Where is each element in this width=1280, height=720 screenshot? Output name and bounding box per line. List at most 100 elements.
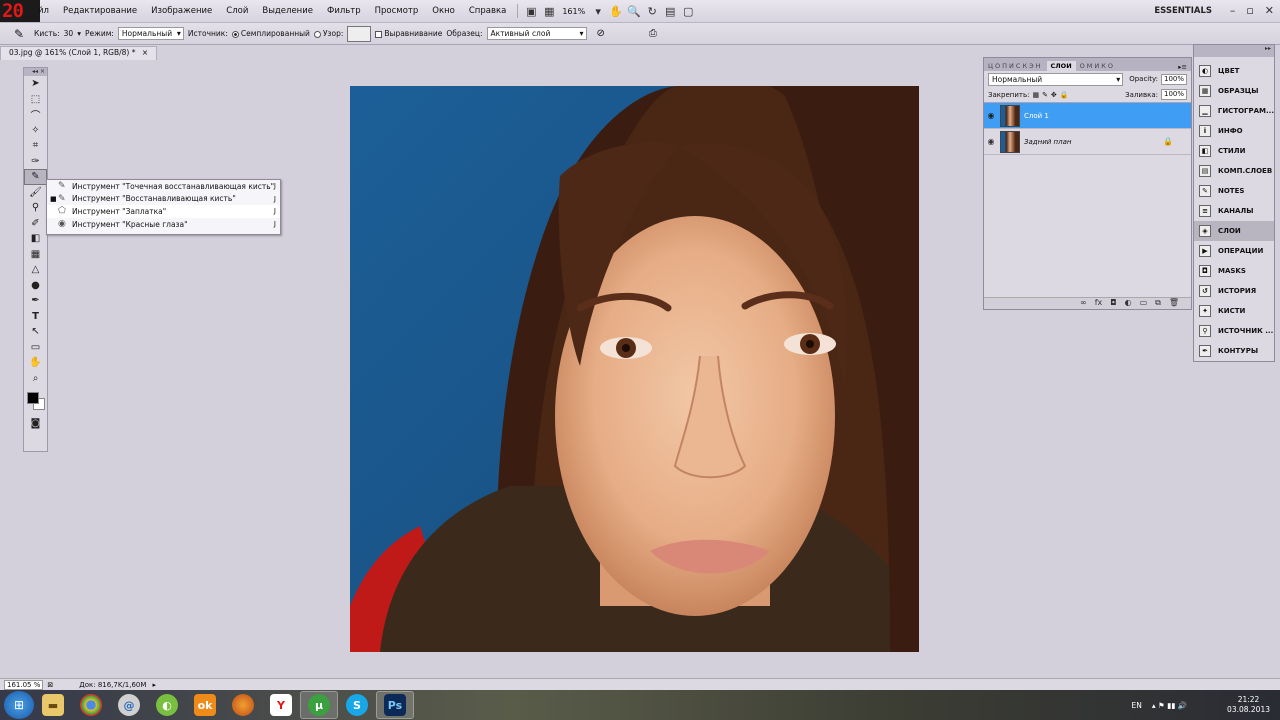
zoom-icon[interactable]: 🔍: [625, 4, 643, 18]
visibility-eye-icon[interactable]: ◉: [984, 137, 998, 146]
screen-mode-icon[interactable]: ▢: [679, 4, 697, 18]
menu-view[interactable]: Просмотр: [368, 6, 426, 16]
tray-icons[interactable]: ▴ ⚑ ▮▮ 🔊: [1152, 701, 1187, 710]
marquee-tool-icon[interactable]: ⬚: [24, 92, 47, 108]
new-layer-icon[interactable]: ⧉: [1155, 298, 1161, 309]
source-sampled-radio[interactable]: [231, 30, 239, 38]
pattern-picker[interactable]: [347, 25, 372, 42]
flyout-item-patch[interactable]: ⬠ Инструмент "Заплатка" J: [47, 205, 280, 218]
layer-row-layer1[interactable]: ◉ Слой 1: [984, 103, 1191, 129]
language-indicator[interactable]: EN: [1131, 701, 1141, 710]
healing-brush-tool-icon[interactable]: ✎: [8, 25, 30, 43]
fill-input[interactable]: 100%: [1160, 89, 1187, 100]
foreground-color-swatch[interactable]: [27, 392, 39, 404]
dock-item-masks[interactable]: ◘ MASKS: [1194, 261, 1274, 281]
shape-tool-icon[interactable]: ▭: [24, 340, 47, 356]
workspace-switcher[interactable]: ESSENTIALS: [1154, 6, 1212, 16]
flyout-item-healing-brush[interactable]: ■ ✎ Инструмент "Восстанавливающая кисть"…: [47, 193, 280, 206]
history-brush-tool-icon[interactable]: ✐: [24, 216, 47, 232]
brush-tool-icon[interactable]: 🖌: [24, 185, 47, 201]
opacity-input[interactable]: 100%: [1160, 73, 1187, 85]
taskbar-mail[interactable]: @: [110, 691, 148, 719]
menu-file[interactable]: йл: [38, 6, 56, 16]
zoom-tool-icon[interactable]: ⌕: [24, 371, 47, 387]
taskbar-skype[interactable]: S: [338, 691, 376, 719]
source-pattern-radio[interactable]: [313, 30, 321, 38]
menu-image[interactable]: Изображение: [144, 6, 219, 16]
brush-size[interactable]: 30: [64, 29, 74, 38]
dock-item-channels[interactable]: ≡ КАНАЛЫ: [1194, 201, 1274, 221]
dock-item-paths[interactable]: ✒ КОНТУРЫ: [1194, 341, 1274, 361]
adjustment-layer-icon[interactable]: ◐: [1125, 298, 1132, 309]
tools-panel-header[interactable]: ◂◂ ×: [24, 68, 47, 76]
taskbar-photoshop[interactable]: Ps: [376, 691, 414, 719]
dock-item-histogram[interactable]: ▁ ГИСТОГРАМ...: [1194, 101, 1274, 121]
layer-name[interactable]: Слой 1: [1024, 112, 1049, 120]
dock-item-layer-comps[interactable]: ▤ КОМП.СЛОЕВ: [1194, 161, 1274, 181]
eraser-tool-icon[interactable]: ◧: [24, 231, 47, 247]
path-select-tool-icon[interactable]: ↖: [24, 324, 47, 340]
crop-tool-icon[interactable]: ⌗: [24, 138, 47, 154]
dock-item-notes[interactable]: ✎ NOTES: [1194, 181, 1274, 201]
flyout-item-red-eye[interactable]: ◉ Инструмент "Красные глаза" J: [47, 218, 280, 231]
dodge-tool-icon[interactable]: ●: [24, 278, 47, 294]
hand-tool-icon[interactable]: ✋: [24, 355, 47, 371]
dock-item-clone-source[interactable]: ⚲ ИСТОЧНИК ...: [1194, 321, 1274, 341]
maximize-icon[interactable]: ▫: [1246, 4, 1253, 17]
dock-item-layers[interactable]: ◈ СЛОИ: [1194, 221, 1274, 241]
zoom-level[interactable]: 161%: [558, 7, 589, 16]
close-icon[interactable]: ×: [142, 48, 148, 57]
hand-icon[interactable]: ✋: [607, 4, 625, 18]
taskbar-chrome[interactable]: [72, 691, 110, 719]
chevron-down-icon[interactable]: ▾: [589, 4, 607, 18]
status-zoom-input[interactable]: 161.05 %: [4, 679, 44, 690]
document-tab[interactable]: 03.jpg @ 161% (Слой 1, RGB/8) * ×: [0, 46, 158, 60]
layer-row-background[interactable]: ◉ Задний план 🔒: [984, 129, 1191, 155]
document-size[interactable]: Док: 816,7K/1,60M: [79, 681, 146, 689]
dock-item-swatches[interactable]: ▦ ОБРАЗЦЫ: [1194, 81, 1274, 101]
taskbar-browser-green[interactable]: ◐: [148, 691, 186, 719]
menu-select[interactable]: Выделение: [255, 6, 320, 16]
visibility-eye-icon[interactable]: ◉: [984, 111, 998, 120]
tab-other[interactable]: ОМИКО: [1076, 61, 1119, 71]
sample-select[interactable]: Активный слой: [486, 27, 587, 40]
link-layers-icon[interactable]: ∞: [1080, 298, 1087, 309]
start-button[interactable]: ⊞: [4, 691, 34, 719]
bridge-icon[interactable]: ▣: [522, 4, 540, 18]
clone-source-panel-icon[interactable]: ⎙: [649, 28, 657, 39]
menu-layer[interactable]: Слой: [219, 6, 255, 16]
move-tool-icon[interactable]: ➤: [24, 76, 47, 92]
pen-tool-icon[interactable]: ✒: [24, 293, 47, 309]
add-mask-icon[interactable]: ◘: [1110, 298, 1116, 309]
lock-options-icon[interactable]: ▦✎✥🔒: [1032, 91, 1071, 99]
delete-layer-icon[interactable]: 🗑: [1169, 298, 1179, 309]
extras-icon[interactable]: ▦: [540, 4, 558, 18]
ignore-adjustment-layers-icon[interactable]: ⊘: [597, 28, 605, 39]
panel-menu-icon[interactable]: ▸≡: [1178, 63, 1191, 71]
dock-item-brushes[interactable]: ✦ КИСТИ: [1194, 301, 1274, 321]
minimize-icon[interactable]: –: [1230, 4, 1236, 17]
mode-select[interactable]: Нормальный: [117, 27, 184, 40]
tab-layers[interactable]: СЛОИ: [1046, 61, 1076, 71]
taskbar-explorer[interactable]: ▬: [34, 691, 72, 719]
type-tool-icon[interactable]: T: [24, 309, 47, 325]
taskbar-torrent[interactable]: µ: [300, 691, 338, 719]
chevron-down-icon[interactable]: ▾: [77, 29, 81, 38]
canvas-image[interactable]: [350, 86, 919, 652]
chevron-right-icon[interactable]: ▸: [152, 681, 156, 689]
clock[interactable]: 21:22 03.08.2013: [1227, 695, 1270, 715]
menu-filter[interactable]: Фильтр: [320, 6, 368, 16]
taskbar-odnoklassniki[interactable]: ok: [186, 691, 224, 719]
taskbar-yandex[interactable]: Y: [262, 691, 300, 719]
arrange-documents-icon[interactable]: ▤: [661, 4, 679, 18]
close-icon[interactable]: ✕: [1265, 4, 1274, 17]
healing-brush-tool-icon[interactable]: ✎: [24, 169, 47, 185]
menu-help[interactable]: Справка: [462, 6, 513, 16]
dock-item-actions[interactable]: ▶ ОПЕРАЦИИ: [1194, 241, 1274, 261]
clone-stamp-tool-icon[interactable]: ⚲: [24, 200, 47, 216]
eyedropper-tool-icon[interactable]: ✑: [24, 154, 47, 170]
status-options-icon[interactable]: ⊠: [47, 681, 53, 689]
dock-item-info[interactable]: i ИНФО: [1194, 121, 1274, 141]
gradient-tool-icon[interactable]: ▦: [24, 247, 47, 263]
quick-mask-icon[interactable]: ◙: [24, 416, 47, 432]
